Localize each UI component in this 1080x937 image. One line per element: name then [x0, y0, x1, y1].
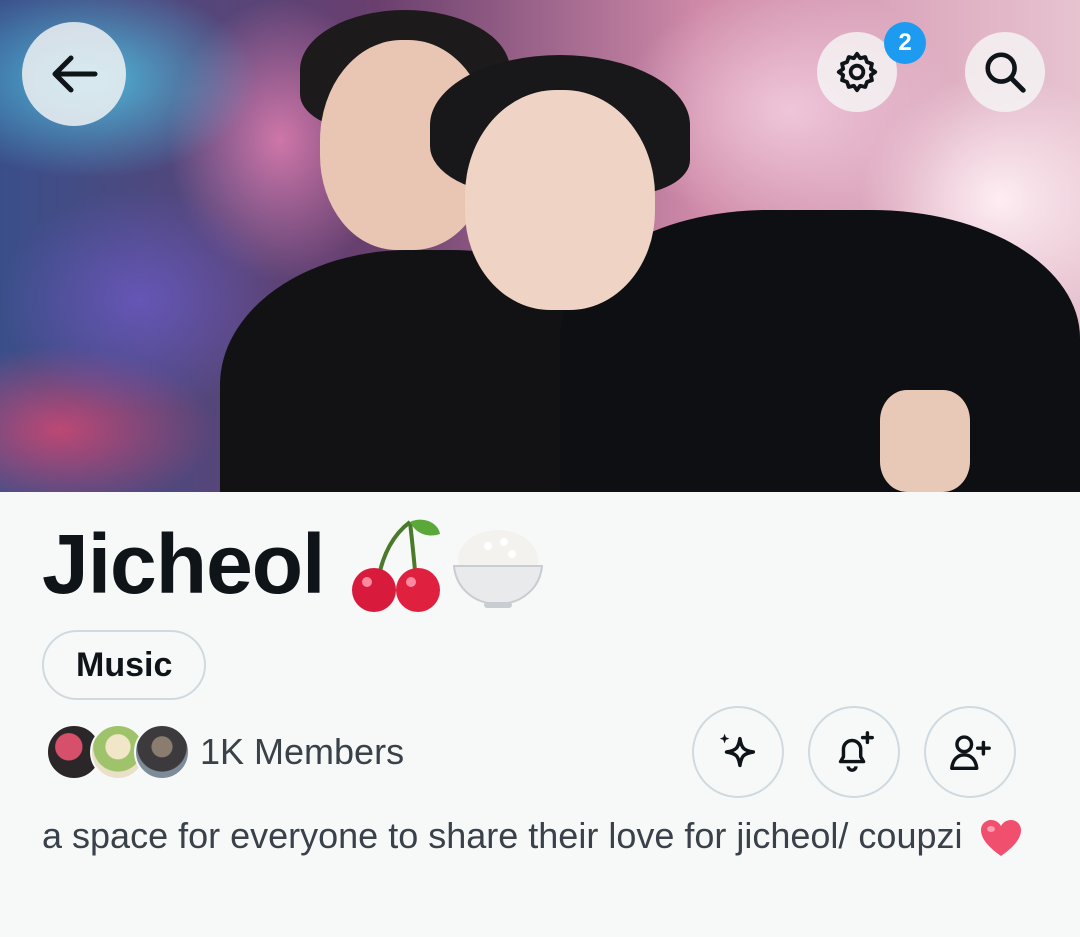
sparkle-icon: [719, 733, 756, 768]
community-name: Jicheol: [42, 517, 325, 611]
notifications-button[interactable]: [808, 706, 900, 798]
gear-icon: [836, 51, 878, 93]
bell-plus-icon: [838, 731, 874, 772]
rice-bowl-icon: [453, 530, 544, 608]
title-emojis: [348, 514, 548, 614]
heart-icon: [980, 820, 1021, 857]
search-icon: [985, 52, 1026, 93]
join-button[interactable]: [924, 706, 1016, 798]
cherries-icon: [352, 519, 441, 612]
back-arrow-icon: [52, 55, 98, 93]
search-button[interactable]: [965, 32, 1045, 112]
back-button[interactable]: [22, 22, 126, 126]
description-text: a space for everyone to share their love…: [42, 815, 963, 856]
person-plus-icon: [950, 735, 991, 771]
community-description: a space for everyone to share their love…: [42, 808, 1042, 864]
category-tag[interactable]: Music: [42, 630, 207, 700]
community-banner-image: [0, 0, 1080, 492]
sparkle-button[interactable]: [692, 706, 784, 798]
community-title-row: Jicheol: [42, 512, 548, 616]
avatar: [134, 724, 190, 780]
notification-badge: 2: [884, 22, 926, 64]
members-count[interactable]: 1K Members: [200, 728, 404, 776]
